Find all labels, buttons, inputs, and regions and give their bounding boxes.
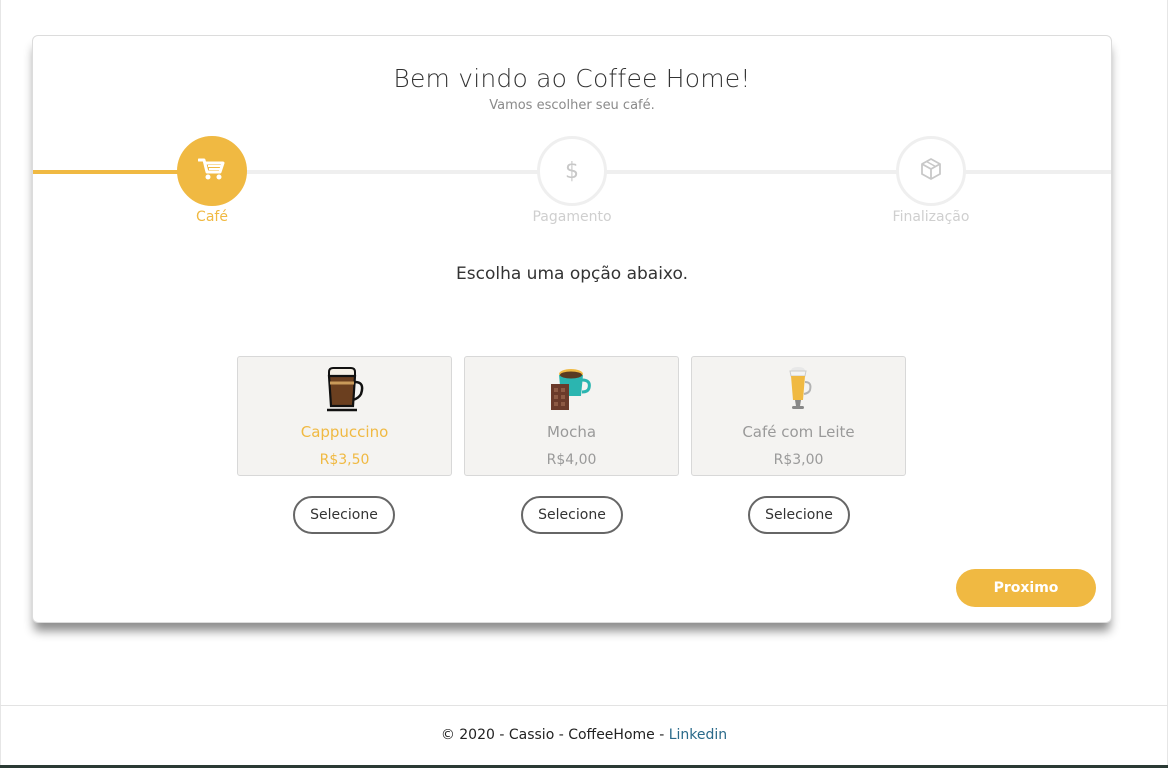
instruction-text: Escolha uma opção abaixo. (456, 264, 688, 284)
option-card-cappuccino[interactable]: Cappuccino R$3,50 (237, 356, 452, 476)
cart-icon (197, 157, 226, 185)
linkedin-link[interactable]: Linkedin (669, 727, 727, 743)
select-cappuccino-button[interactable]: Selecione (293, 496, 395, 534)
select-mocha-button[interactable]: Selecione (521, 496, 623, 534)
step-finalizacao: Finalização (871, 136, 991, 225)
latte-icon (692, 366, 905, 416)
footer: © 2020 - Cassio - CoffeeHome - Linkedin (0, 705, 1168, 768)
step-pagamento: $ Pagamento (512, 136, 632, 225)
cappuccino-icon (238, 366, 451, 416)
step-label: Café (196, 209, 228, 225)
step-label: Pagamento (532, 209, 612, 225)
next-button[interactable]: Proximo (956, 569, 1096, 607)
footer-text: © 2020 - Cassio - CoffeeHome - (440, 727, 669, 743)
option-price: R$3,50 (319, 452, 370, 468)
option-price: R$4,00 (546, 452, 597, 468)
option-name: Cappuccino (300, 423, 389, 441)
order-wizard-card: Bem vindo ao Coffee Home! Vamos escolher… (32, 35, 1112, 623)
page-title: Bem vindo ao Coffee Home! (393, 64, 751, 93)
step-circle (896, 136, 966, 206)
option-card-mocha[interactable]: Mocha R$4,00 (464, 356, 679, 476)
option-name: Café com Leite (742, 423, 855, 441)
select-cafe-com-leite-button[interactable]: Selecione (748, 496, 850, 534)
box-icon (919, 157, 943, 185)
step-cafe: Café (152, 136, 272, 225)
step-label: Finalização (892, 209, 970, 225)
option-card-cafe-com-leite[interactable]: Café com Leite R$3,00 (691, 356, 906, 476)
mocha-icon (465, 366, 678, 416)
step-circle: $ (537, 136, 607, 206)
step-circle (177, 136, 247, 206)
option-name: Mocha (546, 423, 597, 441)
option-price: R$3,00 (773, 452, 824, 468)
dollar-icon: $ (565, 158, 579, 184)
page-subtitle: Vamos escolher seu café. (489, 98, 655, 113)
